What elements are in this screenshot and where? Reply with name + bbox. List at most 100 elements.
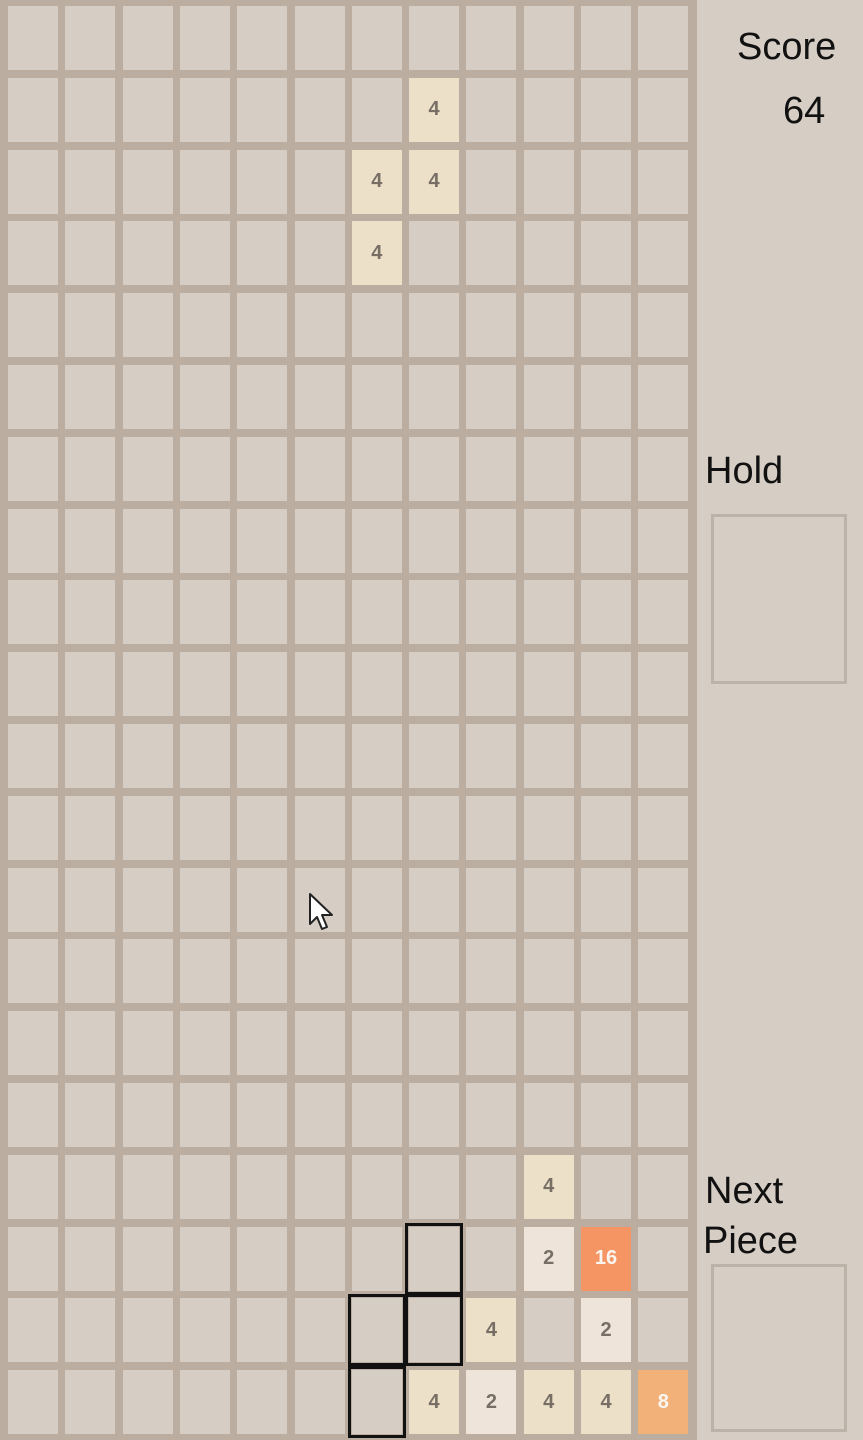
empty-cell <box>581 149 631 214</box>
side-panel: Score 64 Hold Next Piece <box>697 0 863 1440</box>
empty-cell <box>351 436 402 501</box>
empty-cell <box>65 1083 116 1147</box>
empty-cell <box>8 1011 58 1076</box>
empty-cell <box>65 365 116 429</box>
empty-cell <box>638 149 689 214</box>
empty-cell <box>237 1154 288 1219</box>
tile-4: 4 <box>351 221 402 286</box>
empty-cell <box>237 580 288 645</box>
tile-4: 4 <box>409 1370 460 1435</box>
empty-cell <box>65 149 116 214</box>
empty-cell <box>581 795 631 860</box>
empty-cell <box>409 939 460 1004</box>
empty-cell <box>179 1154 230 1219</box>
empty-cell <box>638 221 689 286</box>
empty-cell <box>466 436 517 501</box>
empty-cell <box>409 221 460 286</box>
empty-cell <box>179 6 230 70</box>
empty-cell <box>8 149 58 214</box>
empty-cell <box>638 508 689 573</box>
empty-cell <box>237 6 288 70</box>
empty-cell <box>294 1154 345 1219</box>
empty-cell <box>179 1226 230 1291</box>
empty-cell <box>523 6 574 70</box>
next-piece-label-line2: Piece <box>703 1220 799 1262</box>
empty-cell <box>523 508 574 573</box>
empty-cell <box>409 1083 460 1147</box>
empty-cell <box>351 652 402 717</box>
empty-cell <box>179 1370 230 1435</box>
empty-cell <box>523 724 574 788</box>
empty-cell <box>638 77 689 142</box>
empty-cell <box>409 1298 460 1363</box>
score-label: Score <box>737 26 837 68</box>
empty-cell <box>65 6 116 70</box>
empty-cell <box>581 293 631 358</box>
empty-cell <box>523 939 574 1004</box>
empty-cell <box>581 436 631 501</box>
empty-cell <box>351 293 402 358</box>
empty-cell <box>409 6 460 70</box>
empty-cell <box>409 1011 460 1076</box>
empty-cell <box>65 939 116 1004</box>
empty-cell <box>409 795 460 860</box>
empty-cell <box>179 580 230 645</box>
game-board[interactable]: 4 4 4 4 4 2 16 4 2 4 2 4 4 8 <box>0 0 693 1440</box>
empty-cell <box>294 939 345 1004</box>
empty-cell <box>581 724 631 788</box>
tile-4: 4 <box>466 1298 517 1363</box>
empty-cell <box>294 149 345 214</box>
empty-cell <box>237 77 288 142</box>
empty-cell <box>122 508 173 573</box>
empty-cell <box>122 149 173 214</box>
empty-cell <box>294 1011 345 1076</box>
empty-cell <box>237 221 288 286</box>
empty-cell <box>237 1226 288 1291</box>
empty-cell <box>179 1298 230 1363</box>
hold-label: Hold <box>705 450 784 492</box>
empty-cell <box>8 1370 58 1435</box>
empty-cell <box>466 221 517 286</box>
empty-cell <box>65 508 116 573</box>
empty-cell <box>122 436 173 501</box>
empty-cell <box>351 795 402 860</box>
empty-cell <box>122 365 173 429</box>
empty-cell <box>466 508 517 573</box>
empty-cell <box>638 365 689 429</box>
empty-cell <box>65 77 116 142</box>
empty-cell <box>65 1370 116 1435</box>
empty-cell <box>351 939 402 1004</box>
empty-cell <box>237 724 288 788</box>
empty-cell <box>638 652 689 717</box>
empty-cell <box>8 508 58 573</box>
empty-cell <box>581 365 631 429</box>
empty-cell <box>237 1298 288 1363</box>
empty-cell <box>122 6 173 70</box>
empty-cell <box>581 580 631 645</box>
empty-cell <box>351 365 402 429</box>
empty-cell <box>294 508 345 573</box>
empty-cell <box>581 1083 631 1147</box>
empty-cell <box>409 1226 460 1291</box>
empty-cell <box>523 1298 574 1363</box>
empty-cell <box>179 867 230 932</box>
empty-cell <box>122 939 173 1004</box>
empty-cell <box>8 6 58 70</box>
tile-2: 2 <box>581 1298 631 1363</box>
empty-cell <box>523 795 574 860</box>
empty-cell <box>351 1370 402 1435</box>
tile-4: 4 <box>523 1154 574 1219</box>
empty-cell <box>466 795 517 860</box>
empty-cell <box>409 1154 460 1219</box>
empty-cell <box>65 221 116 286</box>
empty-cell <box>523 1083 574 1147</box>
empty-cell <box>8 436 58 501</box>
empty-cell <box>409 508 460 573</box>
empty-cell <box>638 1226 689 1291</box>
empty-cell <box>351 1011 402 1076</box>
empty-cell <box>65 795 116 860</box>
hold-box <box>711 514 847 684</box>
empty-cell <box>294 221 345 286</box>
empty-cell <box>122 580 173 645</box>
empty-cell <box>351 867 402 932</box>
